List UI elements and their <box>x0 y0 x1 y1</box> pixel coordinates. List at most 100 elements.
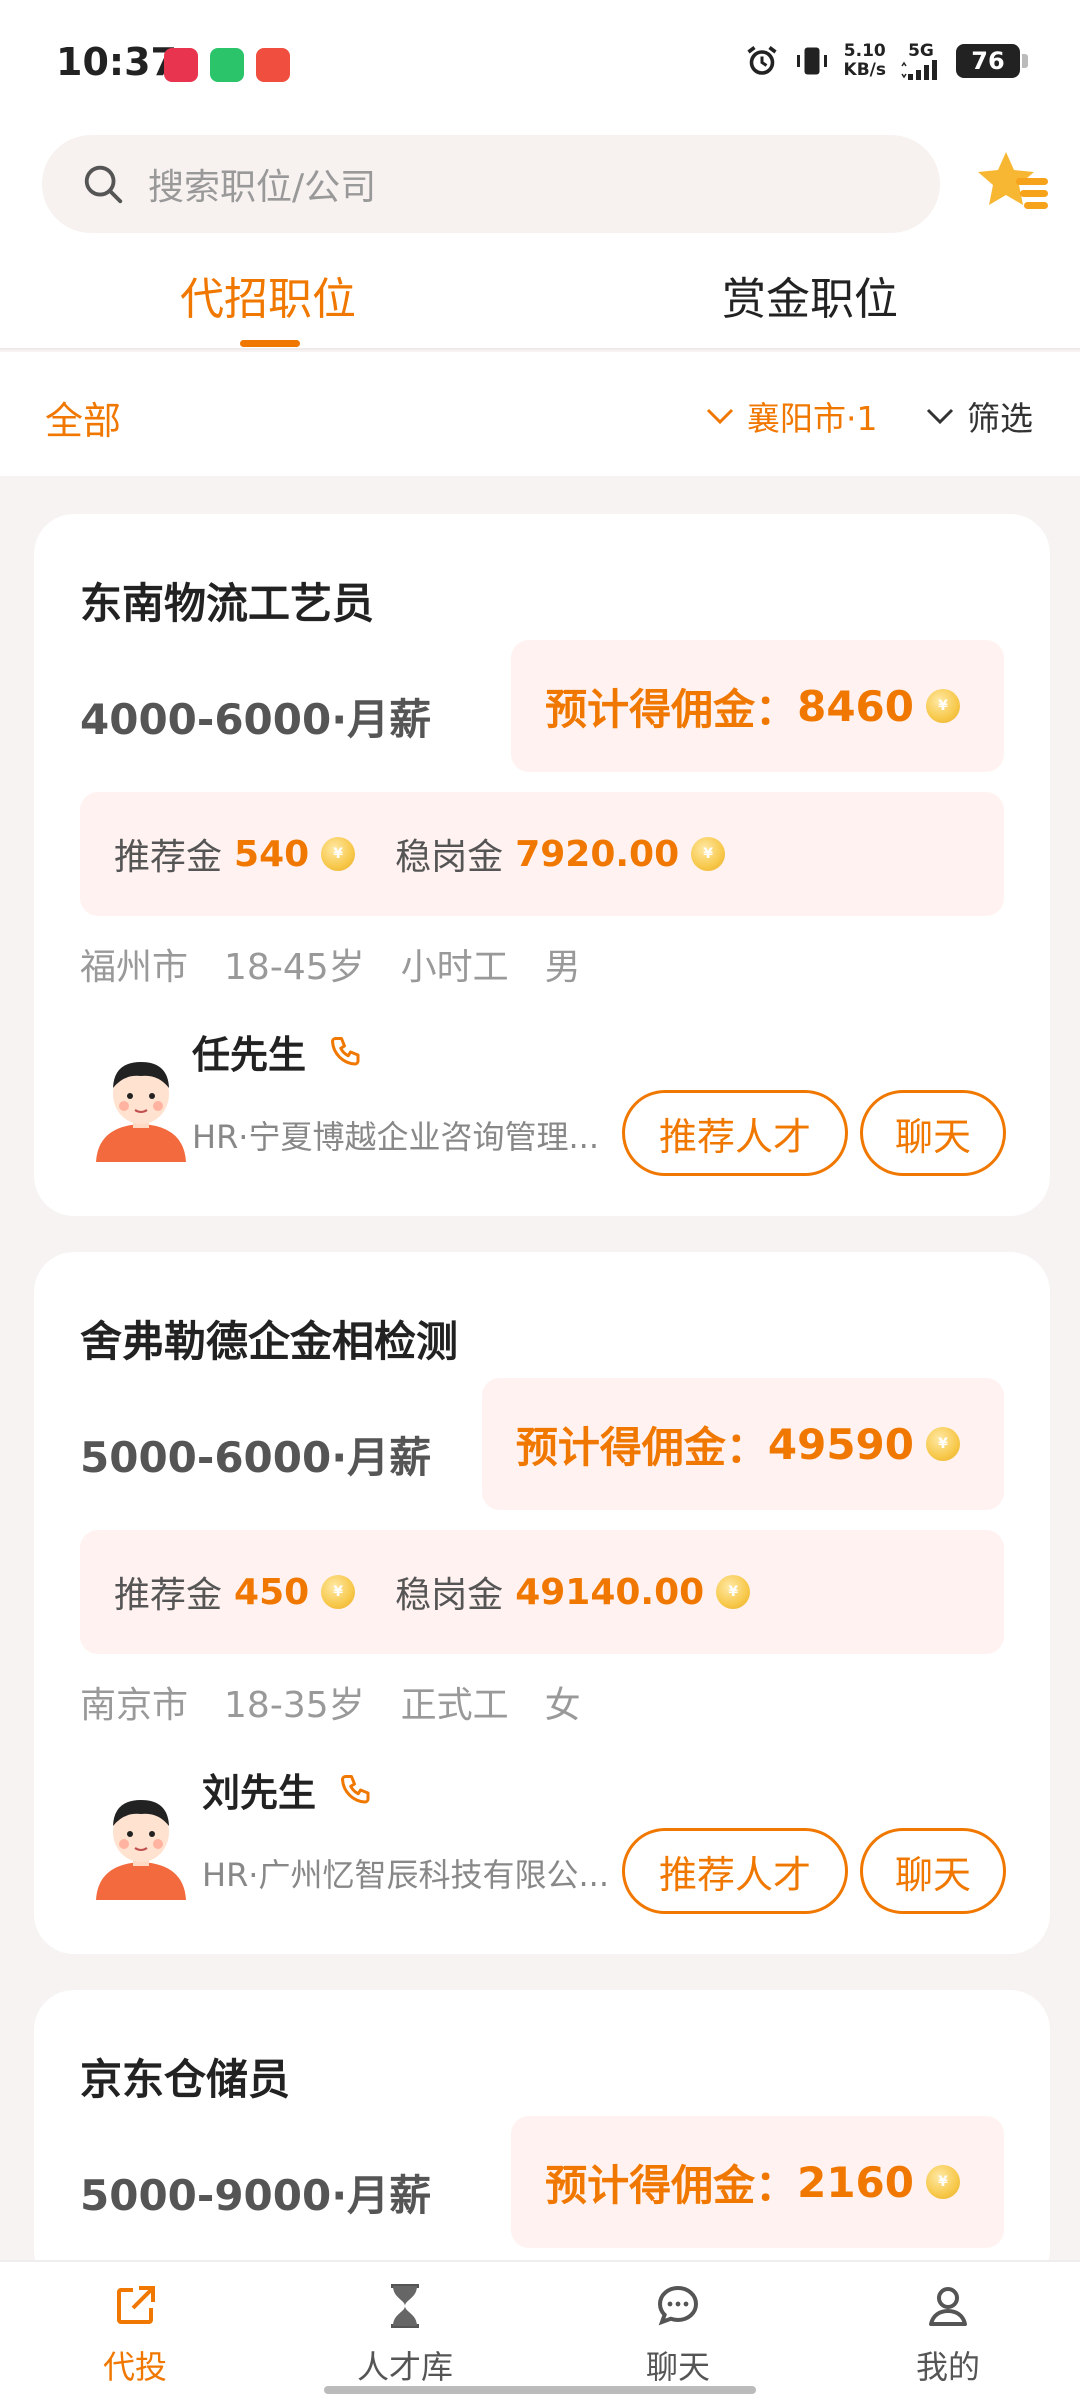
notification-icons <box>164 48 290 82</box>
job-card[interactable]: 京东仓储员 5000-9000·月薪 预计得佣金： 2160 ¥ <box>34 1990 1050 2290</box>
retention-value: 49140.00 <box>515 1571 705 1613</box>
search-input[interactable]: 搜索职位/公司 <box>148 158 376 210</box>
chevron-down-icon <box>706 408 734 425</box>
commission-box: 预计得佣金： 49590 ¥ <box>481 1378 1004 1510</box>
job-card[interactable]: 舍弗勒德企金相检测 5000-6000·月薪 预计得佣金： 49590 ¥ 推荐… <box>34 1252 1050 1954</box>
commission-label: 预计得佣金： <box>515 1422 768 1472</box>
favorite-list-icon[interactable] <box>976 148 1050 216</box>
avatar <box>96 1800 186 1900</box>
hr-company: HR·宁夏博越企业咨询管理... <box>192 1118 599 1156</box>
job-tags: 南京市 18-35岁 正式工 女 <box>80 1676 581 1728</box>
battery-level: 76 <box>971 47 1005 75</box>
chat-bubble-icon <box>657 2285 699 2326</box>
job-title: 舍弗勒德企金相检测 <box>80 1317 459 1366</box>
coin-icon: ¥ <box>926 1427 960 1461</box>
hr-name: 刘先生 <box>202 1762 374 1817</box>
phone-app-notification-icon <box>210 48 244 82</box>
tag-city: 福州市 <box>80 947 189 988</box>
coin-icon: ¥ <box>716 1575 751 1609</box>
signal-icon <box>901 60 937 80</box>
hr-name-text: 任先生 <box>192 1033 307 1077</box>
home-indicator[interactable] <box>324 2386 756 2394</box>
nav-item-chat[interactable]: 聊天 <box>598 2282 758 2388</box>
retention-value: 7920.00 <box>515 833 680 875</box>
phone-icon[interactable] <box>338 1772 374 1808</box>
nav-item-delegate[interactable]: 代投 <box>55 2282 215 2388</box>
nav-label: 聊天 <box>645 2348 710 2386</box>
status-indicators: 5.10 KB/s 5G 76 <box>744 42 1028 80</box>
app-notification-icon <box>164 48 198 82</box>
bonus-box: 推荐金 450 ¥ 稳岗金 49140.00 ¥ <box>80 1530 1004 1654</box>
network-speed-value: 5.10 <box>843 41 886 61</box>
commission-box: 预计得佣金： 8460 ¥ <box>511 640 1004 772</box>
commission-value: 8460 <box>797 681 914 731</box>
tag-city: 南京市 <box>80 1685 189 1726</box>
recommend-talent-button[interactable]: 推荐人才 <box>622 1090 848 1176</box>
recommend-talent-button[interactable]: 推荐人才 <box>622 1828 848 1914</box>
tag-type: 正式工 <box>400 1685 509 1726</box>
vibrate-icon <box>796 47 827 75</box>
coin-icon: ¥ <box>321 837 356 871</box>
commission-value: 2160 <box>797 2157 914 2207</box>
city-filter[interactable]: 襄阳市·1 <box>705 392 878 440</box>
header: 搜索职位/公司 代招职位 赏金职位 <box>0 130 1080 350</box>
status-time: 10:37 <box>56 40 177 84</box>
tab-bar: 代招职位 赏金职位 <box>0 260 1080 350</box>
job-title: 东南物流工艺员 <box>80 579 375 628</box>
user-icon <box>929 2287 967 2326</box>
nav-item-talent-pool[interactable]: 人才库 <box>325 2282 485 2388</box>
network-speed: 5.10 KB/s <box>844 42 886 80</box>
screen-filter[interactable]: 筛选 <box>925 392 1033 440</box>
battery-icon: 76 <box>956 44 1028 78</box>
share-icon <box>117 2286 155 2324</box>
phone-icon[interactable] <box>328 1034 364 1070</box>
signal-indicator: 5G <box>900 42 942 80</box>
chevron-down-icon <box>926 408 954 425</box>
bonus-box: 推荐金 540 ¥ 稳岗金 7920.00 ¥ <box>80 792 1004 916</box>
job-card[interactable]: 东南物流工艺员 4000-6000·月薪 预计得佣金： 8460 ¥ 推荐金 5… <box>34 514 1050 1216</box>
chat-button[interactable]: 聊天 <box>860 1090 1006 1176</box>
alarm-icon <box>746 46 777 75</box>
job-salary: 4000-6000·月薪 <box>80 695 432 744</box>
nav-item-profile[interactable]: 我的 <box>868 2282 1028 2388</box>
referral-label: 推荐金 <box>114 1575 223 1616</box>
hr-name-text: 刘先生 <box>202 1771 317 1815</box>
commission-value: 49590 <box>767 1419 914 1469</box>
job-salary: 5000-6000·月薪 <box>80 1433 432 1482</box>
coin-icon: ¥ <box>926 2165 960 2199</box>
filter-all[interactable]: 全部 <box>45 390 121 445</box>
tag-age: 18-45岁 <box>224 947 365 988</box>
screen-filter-label: 筛选 <box>967 399 1033 438</box>
retention-label: 稳岗金 <box>395 837 504 878</box>
game-app-notification-icon <box>256 48 290 82</box>
tab-bounty-positions[interactable]: 赏金职位 <box>722 260 898 340</box>
hourglass-icon <box>391 2284 419 2328</box>
chat-button[interactable]: 聊天 <box>860 1828 1006 1914</box>
tag-gender: 男 <box>544 947 581 988</box>
job-title: 京东仓储员 <box>80 2055 291 2104</box>
job-salary: 5000-9000·月薪 <box>80 2171 432 2220</box>
commission-label: 预计得佣金： <box>545 2160 798 2210</box>
coin-icon: ¥ <box>926 689 960 723</box>
tag-age: 18-35岁 <box>224 1685 365 1726</box>
referral-label: 推荐金 <box>114 837 223 878</box>
search-bar[interactable]: 搜索职位/公司 <box>42 135 940 233</box>
network-type: 5G <box>908 41 934 61</box>
commission-box: 预计得佣金： 2160 ¥ <box>511 2116 1004 2248</box>
commission-label: 预计得佣金： <box>545 684 798 734</box>
hr-name: 任先生 <box>192 1024 364 1079</box>
coin-icon: ¥ <box>691 837 726 871</box>
referral-value: 450 <box>234 1571 310 1613</box>
nav-label: 我的 <box>915 2348 980 2386</box>
tag-gender: 女 <box>544 1685 581 1726</box>
active-tab-indicator <box>240 340 300 347</box>
avatar <box>96 1062 186 1162</box>
tab-agency-positions[interactable]: 代招职位 <box>180 260 356 340</box>
nav-label: 人才库 <box>356 2348 453 2386</box>
city-filter-label: 襄阳市·1 <box>747 399 878 438</box>
search-icon <box>84 165 123 204</box>
tag-type: 小时工 <box>400 947 509 988</box>
job-tags: 福州市 18-45岁 小时工 男 <box>80 938 581 990</box>
status-bar: 10:37 5.10 KB/s 5G 76 <box>0 0 1080 130</box>
coin-icon: ¥ <box>321 1575 356 1609</box>
